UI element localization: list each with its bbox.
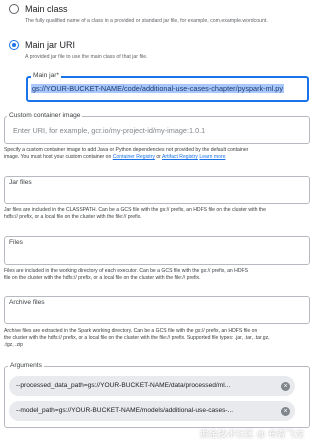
archive-files-input[interactable] [4, 296, 310, 324]
remove-argument-icon[interactable]: × [281, 382, 290, 391]
custom-container-image-placeholder: Enter URI, for example, gcr.io/my-projec… [13, 126, 206, 135]
files-label: Files [9, 239, 23, 246]
archive-files-help-3: .tgz, .zip [4, 342, 23, 348]
arguments-label: Arguments [8, 362, 44, 370]
archive-files-help-2: the cluster with the hdfs:// prefix, or … [4, 335, 270, 341]
main-jar-label: Main jar* [31, 72, 62, 80]
main-class-radio[interactable] [9, 4, 19, 14]
main-jar-uri-label: Main jar URI [25, 40, 76, 50]
main-jar-selected-text: gs://YOUR-BUCKET-NAME/code/additional-us… [31, 84, 285, 93]
files-help-2: file on the cluster with the hdfs:// pre… [4, 275, 201, 281]
custom-container-image-label: Custom container image [7, 112, 83, 120]
archive-files-help-1: Archive files are extracted in the Spark… [4, 328, 258, 334]
custom-container-image-input[interactable]: Enter URI, for example, gcr.io/my-projec… [4, 116, 310, 144]
argument-chip[interactable]: --processed_data_path=gs://YOUR-BUCKET-N… [9, 376, 295, 396]
container-registry-link[interactable]: Container Registry [113, 154, 155, 160]
argument-chip-text: --model_path=gs://YOUR-BUCKET-NAME/model… [16, 407, 234, 414]
argument-chip-text: --processed_data_path=gs://YOUR-BUCKET-N… [16, 382, 231, 389]
main-jar-value: gs://YOUR-BUCKET-NAME/code/additional-us… [31, 84, 305, 93]
watermark: 掘金技术社区 @ 布客飞龙 [199, 429, 304, 439]
main-jar-input[interactable]: gs://YOUR-BUCKET-NAME/code/additional-us… [26, 76, 309, 102]
main-class-label: Main class [25, 4, 68, 14]
files-help-1: Files are included in the working direct… [4, 268, 249, 274]
files-input[interactable] [4, 236, 310, 265]
archive-files-label: Archive files [9, 299, 45, 306]
remove-argument-icon[interactable]: × [281, 407, 290, 416]
artifact-registry-link[interactable]: Artifact Registry [162, 154, 198, 160]
main-class-description: The fully qualified name of a class in a… [25, 18, 268, 24]
jar-files-input[interactable] [4, 176, 310, 204]
jar-files-label: Jar files [9, 179, 32, 186]
argument-chip[interactable]: --model_path=gs://YOUR-BUCKET-NAME/model… [9, 401, 295, 421]
main-jar-uri-radio[interactable] [9, 40, 19, 50]
jar-files-help-1: Jar files are included in the CLASSPATH.… [4, 207, 266, 213]
custom-container-image-help-2: image. You must host your custom contain… [4, 154, 226, 160]
jar-files-help-2: hdfs:// prefix, or a local file on the c… [4, 214, 142, 220]
learn-more-link[interactable]: Learn more [199, 154, 225, 160]
custom-container-image-help-1: Specify a custom container image to add … [4, 147, 249, 153]
main-jar-uri-description: A provided jar file to use the main clas… [25, 54, 148, 60]
